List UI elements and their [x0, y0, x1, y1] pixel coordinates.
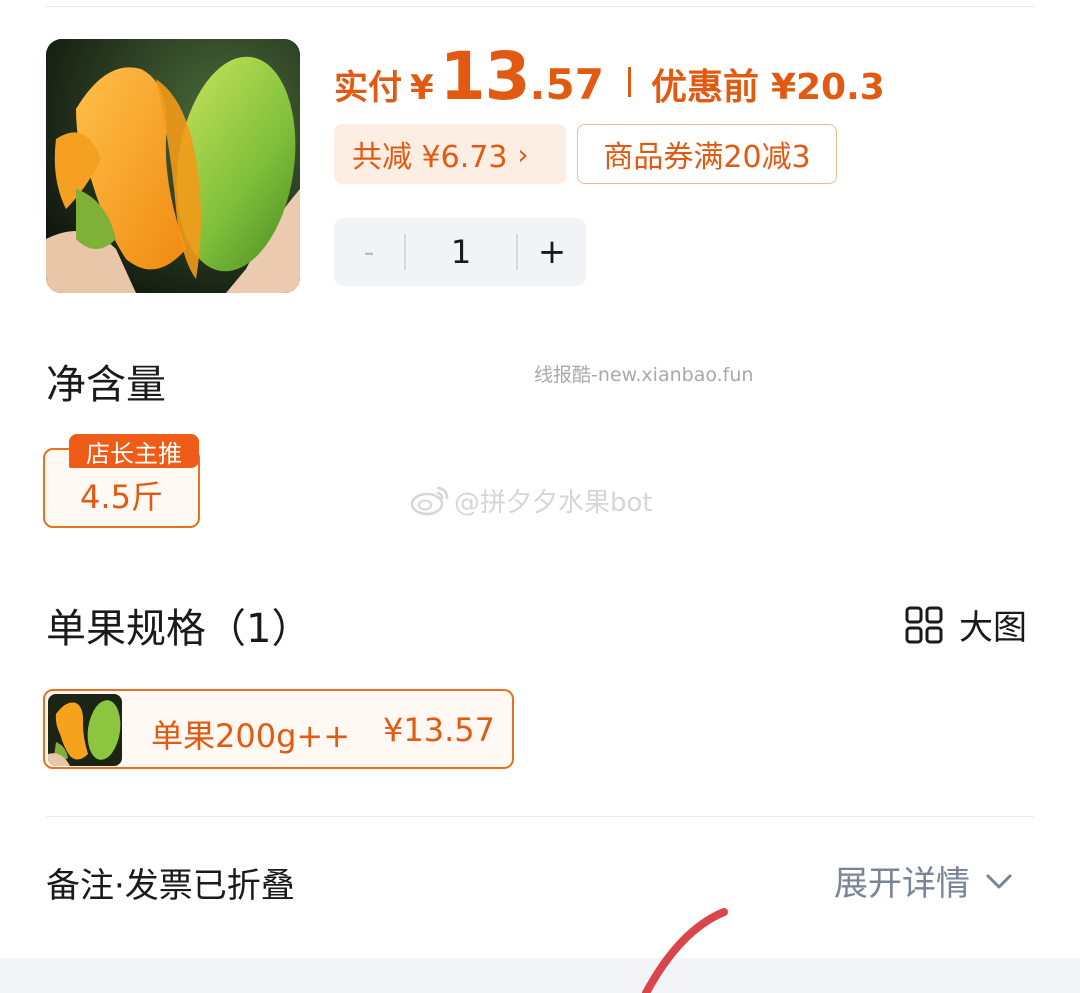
paid-currency: ¥	[410, 68, 434, 108]
quantity-value[interactable]: 1	[406, 233, 516, 271]
price-separator	[627, 67, 631, 97]
paid-price-decimal: .57	[529, 60, 604, 109]
weibo-icon	[410, 486, 449, 516]
spec-option-name: 单果200g++	[151, 717, 351, 755]
spec-option[interactable]: 单果200g++ ¥13.57	[43, 689, 514, 769]
spec-title: 单果规格（1）	[46, 606, 312, 652]
expand-details-label: 展开详情	[834, 864, 970, 904]
chevron-down-icon	[986, 874, 1012, 888]
mango-image	[46, 39, 300, 293]
net-content-value: 4.5斤	[80, 478, 163, 516]
spec-option-price: ¥13.57	[383, 711, 495, 749]
coupon-text: 商品券满20减3	[603, 140, 811, 175]
product-image[interactable]	[46, 39, 300, 293]
spec-thumbnail	[48, 694, 122, 766]
weibo-watermark: @拼夕夕水果bot	[410, 480, 653, 520]
section-divider	[46, 816, 1034, 817]
chevron-right-icon: ›	[517, 137, 529, 171]
recommend-badge: 店长主推	[69, 434, 199, 468]
decrement-button[interactable]: -	[334, 235, 404, 270]
increment-button[interactable]: +	[518, 232, 586, 272]
coupon-chip[interactable]: 商品券满20减3	[577, 124, 837, 184]
paid-price-integer: 13	[439, 38, 531, 115]
mango-thumbnail-image	[48, 694, 122, 766]
remark-invoice-collapsed: 备注·发票已折叠	[46, 866, 295, 906]
before-discount-label: 优惠前	[650, 67, 759, 108]
quantity-stepper: - 1 +	[334, 218, 586, 286]
net-content-title: 净含量	[46, 362, 166, 408]
price-row: 实付 ¥ 13 .57 优惠前 ¥20.3	[334, 38, 885, 115]
top-divider	[46, 6, 1034, 7]
big-view-button[interactable]: 大图	[905, 600, 1027, 649]
weibo-watermark-text: @拼夕夕水果bot	[454, 487, 653, 518]
total-discount-text: 共减 ¥6.73	[352, 140, 508, 175]
watermark-text: 线报酷-new.xianbao.fun	[534, 364, 754, 386]
paid-label: 实付	[334, 68, 402, 108]
big-view-label: 大图	[959, 608, 1027, 648]
bottom-bar	[0, 958, 1080, 993]
before-discount-price: ¥20.3	[770, 67, 885, 108]
expand-details-button[interactable]: 展开详情	[834, 856, 1016, 905]
grid-icon	[905, 606, 943, 643]
total-discount-chip[interactable]: 共减 ¥6.73 ›	[334, 124, 566, 184]
